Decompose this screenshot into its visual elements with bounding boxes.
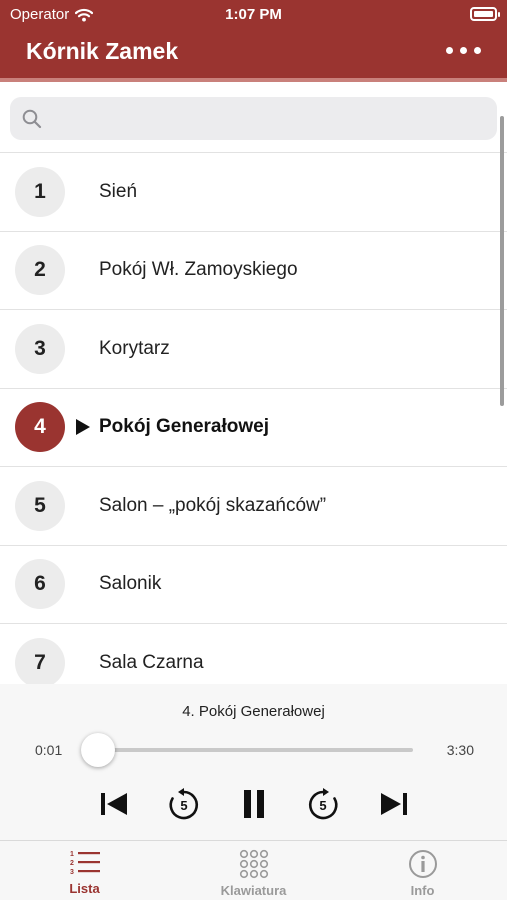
item-title: Salonik [99, 573, 162, 595]
tab-bar: 1 2 3 Lista Klawiatura Info [0, 840, 507, 900]
ellipsis-icon [474, 47, 481, 54]
search-bar[interactable] [10, 97, 497, 140]
slider-knob[interactable] [80, 733, 115, 767]
status-bar: Operator 1:07 PM [0, 0, 507, 28]
item-number-badge: 2 [15, 245, 65, 296]
search-input[interactable] [50, 108, 480, 129]
previous-track-button[interactable] [94, 784, 134, 824]
tab-label: Info [410, 883, 435, 898]
skip-back-icon [101, 793, 127, 815]
list-item-active[interactable]: 4 Pokój Generałowej [0, 389, 507, 467]
item-number-badge: 1 [15, 166, 65, 217]
rewind-seconds-label: 5 [180, 798, 187, 813]
list-item[interactable]: 6 Salonik [0, 546, 507, 624]
list-item[interactable]: 5 Salon – „pokój skazańców” [0, 467, 507, 546]
item-title: Sala Czarna [99, 651, 204, 673]
item-title: Salon – „pokój skazańców” [99, 494, 327, 516]
item-number-badge: 4 [15, 402, 65, 453]
forward-button[interactable]: 5 [303, 784, 343, 824]
search-icon [22, 109, 42, 128]
list-item[interactable]: 1 Sień [0, 153, 507, 232]
tab-klawiatura[interactable]: Klawiatura [169, 841, 338, 900]
numbered-list-icon: 1 2 3 [70, 851, 100, 876]
play-indicator-icon [76, 419, 90, 436]
tab-info[interactable]: Info [338, 841, 507, 900]
item-title: Pokój Generałowej [99, 416, 269, 438]
forward-5-icon: 5 [308, 788, 338, 820]
nav-divider [0, 78, 507, 82]
rewind-5-icon: 5 [169, 788, 199, 820]
list-scrollbar[interactable] [500, 116, 504, 406]
item-number-badge: 6 [15, 559, 65, 610]
tab-label: Klawiatura [220, 883, 287, 898]
list-item[interactable]: 3 Korytarz [0, 310, 507, 389]
info-icon [408, 850, 437, 878]
item-title: Korytarz [99, 337, 170, 359]
battery-icon [470, 7, 500, 21]
next-track-button[interactable] [374, 784, 414, 824]
tab-lista[interactable]: 1 2 3 Lista [0, 841, 169, 900]
svg-text:2: 2 [70, 860, 74, 867]
svg-text:1: 1 [70, 851, 74, 858]
audio-player: 4. Pokój Generałowej 0:01 3:30 5 5 [0, 684, 507, 840]
ellipsis-icon [460, 47, 467, 54]
navigation-bar: Operator 1:07 PM Kórnik Zamek [0, 0, 507, 82]
elapsed-time: 0:01 [35, 742, 63, 758]
pause-button[interactable] [234, 784, 274, 824]
item-number-badge: 3 [15, 323, 65, 374]
item-number-badge: 5 [15, 480, 65, 531]
tab-label: Lista [69, 881, 100, 896]
item-title: Pokój Wł. Zamoyskiego [99, 259, 298, 281]
playback-slider[interactable] [80, 733, 413, 767]
more-options-button[interactable] [446, 41, 481, 60]
list-item[interactable]: 7 Sala Czarna [0, 624, 507, 684]
forward-seconds-label: 5 [319, 798, 326, 813]
page-title: Kórnik Zamek [26, 38, 179, 64]
skip-forward-icon [381, 793, 407, 815]
now-playing-title: 4. Pokój Generałowej [182, 703, 325, 720]
status-time: 1:07 PM [225, 6, 282, 23]
list-item[interactable]: 2 Pokój Wł. Zamoyskiego [0, 232, 507, 310]
svg-text:3: 3 [70, 869, 74, 876]
item-number-badge: 7 [15, 637, 65, 684]
exhibit-list[interactable]: 1 Sień 2 Pokój Wł. Zamoyskiego 3 Korytar… [0, 152, 507, 684]
total-duration: 3:30 [446, 742, 474, 758]
playback-controls: 5 5 [0, 784, 507, 824]
item-title: Sień [99, 180, 138, 202]
ellipsis-icon [446, 47, 453, 54]
keypad-icon [239, 849, 268, 879]
rewind-button[interactable]: 5 [164, 784, 204, 824]
pause-icon [244, 790, 264, 818]
